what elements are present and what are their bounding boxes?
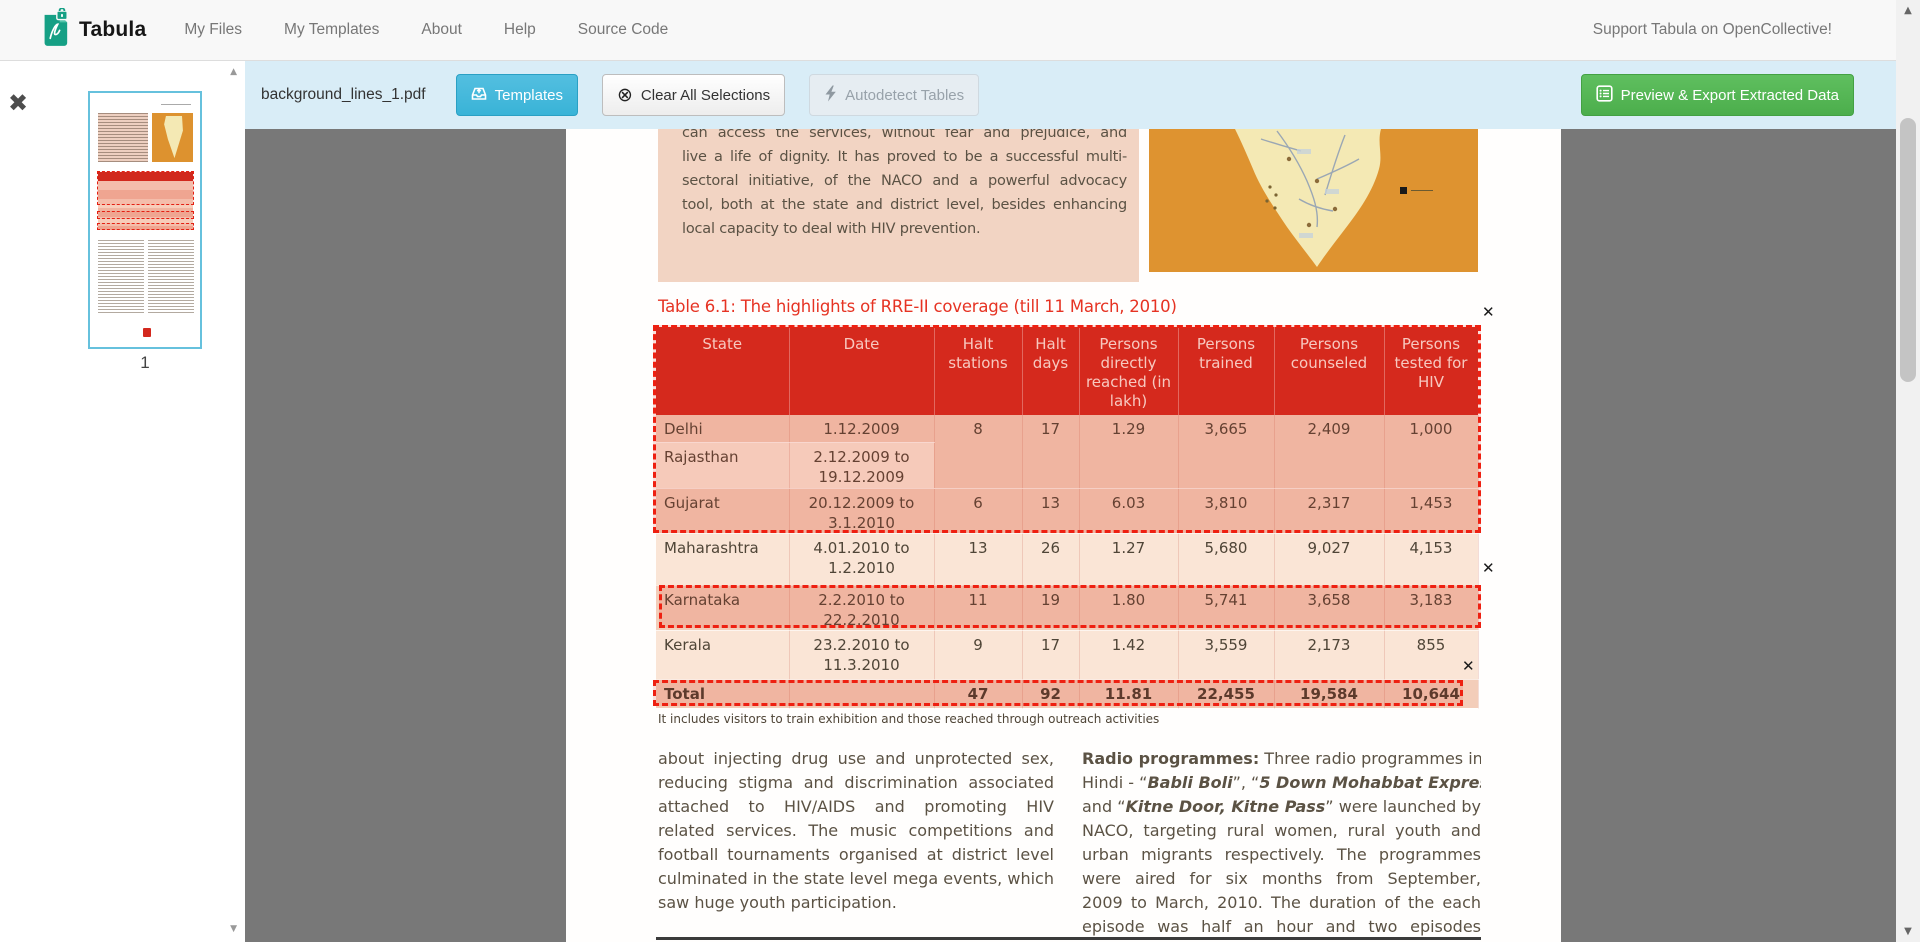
clear-circle-x-icon: ⊗	[617, 86, 633, 105]
table-selection-1[interactable]	[653, 325, 1481, 533]
pdf-text-line: live a life of dignity. It has proved to…	[682, 145, 1127, 169]
table-cell: 5,680	[1178, 533, 1274, 585]
table-selection-3[interactable]	[653, 680, 1463, 706]
pdf-text-line: and “Kitne Door, Kitne Pass” were launch…	[1082, 795, 1481, 819]
table-cell: 2,173	[1274, 630, 1384, 679]
thumbnail-text-column	[148, 240, 194, 314]
pdf-text-line: culminated in the state level mega event…	[658, 867, 1054, 891]
nav-item-my-templates[interactable]: My Templates	[284, 21, 379, 39]
table-cell: 13	[934, 533, 1022, 585]
pdf-text-line: saw huge youth participation.	[658, 891, 1054, 915]
pdf-text-column-left: about injecting drug use and unprotected…	[658, 747, 1054, 915]
pdf-text-line: Radio programmes: Three radio programmes…	[1082, 747, 1481, 771]
pdf-text-line: about injecting drug use and unprotected…	[658, 747, 1054, 771]
templates-icon	[471, 85, 487, 105]
table-cell: 26	[1022, 533, 1079, 585]
navbar: Tabula My Files My Templates About Help …	[0, 0, 1896, 61]
support-opencollective-link[interactable]: Support Tabula on OpenCollective!	[1593, 21, 1832, 39]
table-selection-2[interactable]	[659, 585, 1481, 628]
sidebar: ✖ ▲ ▼ 1	[0, 61, 245, 942]
tabula-logo-home-link[interactable]: Tabula	[38, 8, 146, 53]
autodetect-button-label: Autodetect Tables	[845, 87, 964, 104]
table-cell: 9,027	[1274, 533, 1384, 585]
table-cell: 9	[934, 630, 1022, 679]
pdf-text-line: reducing stigma and discrimination assoc…	[658, 771, 1054, 795]
thumbnail-page-number-mark	[143, 328, 151, 337]
autodetect-tables-button[interactable]: Autodetect Tables	[809, 74, 979, 116]
clear-button-label: Clear All Selections	[641, 87, 770, 104]
list-icon	[1596, 85, 1613, 106]
nav-item-my-files[interactable]: My Files	[184, 21, 242, 39]
india-map-figure	[1149, 129, 1478, 272]
table-cell: Maharashtra	[656, 533, 789, 585]
thumbnail-table-block	[98, 172, 194, 230]
table-cell: 3,559	[1178, 630, 1274, 679]
pdf-paragraph-top: can access the services, without fear an…	[658, 129, 1139, 282]
page-scrollbar: ▲ ▼	[1896, 0, 1920, 942]
table-title: Table 6.1: The highlights of RRE-II cove…	[658, 297, 1177, 316]
pdf-text-line: sectoral initiative, of the NACO and a p…	[682, 169, 1127, 193]
table-footnote: It includes visitors to train exhibition…	[658, 712, 1159, 726]
thumbnail-page-label: 1	[88, 353, 202, 373]
pdf-text-line: related services. The music competitions…	[658, 819, 1054, 843]
pdf-text-column-right: Radio programmes: Three radio programmes…	[1082, 747, 1481, 939]
document-viewport: can access the services, without fear an…	[245, 129, 1896, 942]
export-button-label: Preview & Export Extracted Data	[1621, 87, 1839, 104]
page-thumbnail[interactable]	[88, 91, 202, 349]
tabula-app: Tabula My Files My Templates About Help …	[0, 0, 1920, 942]
table-cell: 1.27	[1079, 533, 1178, 585]
scrollbar-down-icon[interactable]: ▼	[1896, 926, 1920, 937]
table-row: Kerala23.2.2010 to 11.3.20109171.423,559…	[656, 630, 1478, 679]
remove-file-button[interactable]: ✖	[8, 89, 28, 117]
thumbnail-header-line	[161, 104, 191, 105]
brand-name: Tabula	[79, 18, 146, 42]
pdf-filename: background_lines_1.pdf	[261, 86, 426, 104]
map-legend-swatch	[1400, 187, 1407, 194]
lightning-icon	[824, 85, 837, 106]
templates-button[interactable]: Templates	[456, 74, 578, 116]
scrollbar-thumb[interactable]	[1900, 118, 1916, 382]
pdf-text-line: NACO, targeting rural women, rural youth…	[1082, 819, 1481, 843]
scrollbar-up-icon[interactable]: ▲	[1896, 5, 1920, 16]
table-cell: 1.42	[1079, 630, 1178, 679]
preview-export-button[interactable]: Preview & Export Extracted Data	[1581, 74, 1854, 116]
page-footer-rule	[656, 937, 1481, 940]
table-cell: 23.2.2010 to 11.3.2010	[789, 630, 934, 679]
remove-selection-3-button[interactable]: ✕	[1462, 659, 1475, 674]
table-cell: 4.01.2010 to 1.2.2010	[789, 533, 934, 585]
pdf-text-line: episode was half an hour and two episode…	[1082, 915, 1481, 939]
pdf-text-line: urban migrants respectively. The program…	[1082, 843, 1481, 867]
pdf-text-line: 2009 to March, 2010. The duration of the…	[1082, 891, 1481, 915]
table-cell: Kerala	[656, 630, 789, 679]
pdf-text-line: can access the services, without fear an…	[682, 129, 1127, 145]
thumbnail-text-column	[98, 240, 144, 314]
sidebar-scroll-up-icon[interactable]: ▲	[230, 67, 237, 77]
pdf-page[interactable]: can access the services, without fear an…	[566, 129, 1561, 942]
templates-button-label: Templates	[495, 87, 563, 104]
nav-item-source-code[interactable]: Source Code	[578, 21, 668, 39]
remove-selection-1-button[interactable]: ✕	[1482, 305, 1495, 320]
map-legend-label	[1411, 190, 1433, 191]
nav-item-help[interactable]: Help	[504, 21, 536, 39]
pdf-text-line: Hindi - “Babli Boli”, “5 Down Mohabbat E…	[1082, 771, 1481, 795]
pdf-text-line: attached to HIV/AIDS and promoting HIV	[658, 795, 1054, 819]
navbar-menu: My Files My Templates About Help Source …	[184, 21, 668, 39]
table-cell: 4,153	[1384, 533, 1478, 585]
nav-item-about[interactable]: About	[421, 21, 462, 39]
sidebar-scroll-down-icon[interactable]: ▼	[230, 924, 237, 934]
table-row: Maharashtra4.01.2010 to 1.2.201013261.27…	[656, 533, 1478, 585]
clear-all-selections-button[interactable]: ⊗ Clear All Selections	[602, 74, 785, 116]
pdf-text-line: tool, both at the state and district lev…	[682, 193, 1127, 217]
table-cell: 17	[1022, 630, 1079, 679]
pdf-text-line: football tournaments organised at distri…	[658, 843, 1054, 867]
thumbnail-paragraph-block	[98, 113, 149, 161]
pdf-text-line: local capacity to deal with HIV preventi…	[682, 217, 1127, 241]
toolbar: background_lines_1.pdf Templates ⊗ Clear…	[245, 61, 1896, 129]
remove-selection-2-button[interactable]: ✕	[1482, 561, 1495, 576]
tabula-logo-icon	[38, 8, 70, 53]
thumbnail-map-block	[152, 113, 194, 161]
pdf-text-line: were aired for six months from September…	[1082, 867, 1481, 891]
